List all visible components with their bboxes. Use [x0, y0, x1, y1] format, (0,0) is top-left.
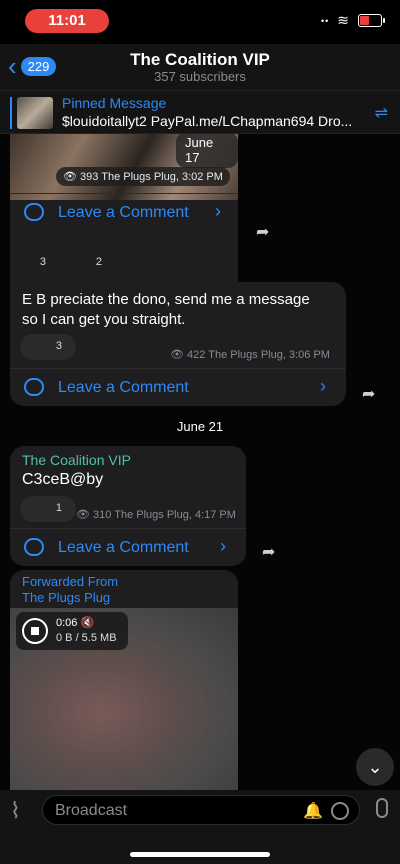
- channel-title[interactable]: The Coalition VIP: [0, 50, 400, 70]
- pinned-title: Pinned Message: [62, 95, 167, 111]
- chevron-right-icon: ›: [320, 376, 326, 396]
- pinned-indicator: [10, 97, 12, 129]
- video-size: 0 B / 5.5 MB: [56, 632, 117, 644]
- message-meta: 👁 310 The Plugs Plug, 4:17 PM: [76, 509, 236, 521]
- message-list[interactable]: June 17 👁 393 The Plugs Plug, 3:02 PM Le…: [0, 134, 400, 790]
- share-icon[interactable]: ➦: [262, 542, 275, 562]
- reaction-chip[interactable]: 3: [10, 250, 60, 276]
- mic-icon[interactable]: [376, 798, 388, 818]
- comment-icon: [24, 203, 44, 221]
- message-text-line: so I can get you straight.: [22, 311, 186, 328]
- battery-icon: [358, 14, 385, 27]
- share-icon[interactable]: ➦: [362, 384, 375, 404]
- timer-icon[interactable]: [331, 802, 349, 820]
- video-duration: 0:06 🔇: [56, 617, 95, 629]
- views-meta: 👁 393 The Plugs Plug, 3:02 PM: [56, 167, 230, 186]
- signal-icon: ••: [320, 15, 330, 26]
- text-message[interactable]: The Coalition VIP C3ceB@by 1 👁 310 The P…: [10, 446, 246, 566]
- views-text: 393 The Plugs Plug, 3:02 PM: [80, 171, 223, 183]
- status-icons: •• ≋: [320, 12, 385, 29]
- comment-icon: [24, 378, 44, 396]
- comment-icon: [24, 538, 44, 556]
- message-text: C3ceB@by: [22, 471, 104, 488]
- text-message[interactable]: E B preciate the dono, send me a message…: [10, 282, 346, 406]
- chevron-right-icon: ›: [215, 201, 221, 221]
- leave-comment-label: Leave a Comment: [58, 539, 189, 556]
- wifi-icon: ≋: [337, 12, 350, 28]
- subscriber-count: 357 subscribers: [154, 69, 246, 84]
- leave-comment-label: Leave a Comment: [58, 204, 189, 221]
- leave-comment-label: Leave a Comment: [58, 379, 189, 396]
- pinned-thumbnail: [17, 97, 53, 129]
- forwarded-label: Forwarded From: [22, 574, 119, 589]
- pinned-text: $louidoitallyt2 PayPal.me/LChapman694 Dr…: [62, 113, 353, 129]
- sender-name: The Coalition VIP: [22, 452, 131, 468]
- home-indicator: [130, 852, 270, 857]
- chevron-down-icon: ⌄: [367, 757, 383, 777]
- attach-icon[interactable]: ⌇: [10, 798, 21, 824]
- date-chip: June 17: [176, 134, 238, 168]
- status-time: 11:01: [25, 9, 109, 33]
- pin-list-icon[interactable]: ⇌: [375, 103, 388, 123]
- reaction-chip[interactable]: 2: [66, 250, 116, 276]
- share-icon[interactable]: ➦: [256, 222, 269, 242]
- stop-download-icon[interactable]: [22, 618, 48, 644]
- scroll-down-button[interactable]: ⌄: [356, 748, 394, 786]
- reaction-chip[interactable]: 1: [20, 496, 76, 522]
- message-text-line: E B preciate the dono, send me a message: [22, 291, 310, 308]
- day-separator: June 21: [176, 419, 224, 434]
- forwarded-source[interactable]: The Plugs Plug: [22, 590, 110, 605]
- reaction-chip[interactable]: 3: [20, 334, 76, 360]
- chevron-right-icon: ›: [220, 536, 226, 556]
- input-bar: ⌇ Broadcast 🔔: [0, 790, 400, 864]
- leave-comment-button[interactable]: Leave a Comment ›: [10, 193, 238, 231]
- leave-comment-button[interactable]: Leave a Comment ›: [10, 528, 246, 566]
- input-placeholder: Broadcast: [55, 802, 128, 819]
- message-meta: 👁 422 The Plugs Plug, 3:06 PM: [170, 349, 330, 361]
- leave-comment-button[interactable]: Leave a Comment ›: [10, 368, 346, 406]
- pinned-message-bar[interactable]: Pinned Message $louidoitallyt2 PayPal.me…: [0, 90, 400, 134]
- status-bar: 11:01 •• ≋: [0, 0, 400, 44]
- broadcast-input[interactable]: Broadcast 🔔: [42, 795, 360, 825]
- video-info-overlay[interactable]: 0:06 🔇 0 B / 5.5 MB: [16, 612, 128, 650]
- chat-header: ‹ 229 The Coalition VIP 357 subscribers: [0, 44, 400, 90]
- bell-icon[interactable]: 🔔: [303, 801, 323, 821]
